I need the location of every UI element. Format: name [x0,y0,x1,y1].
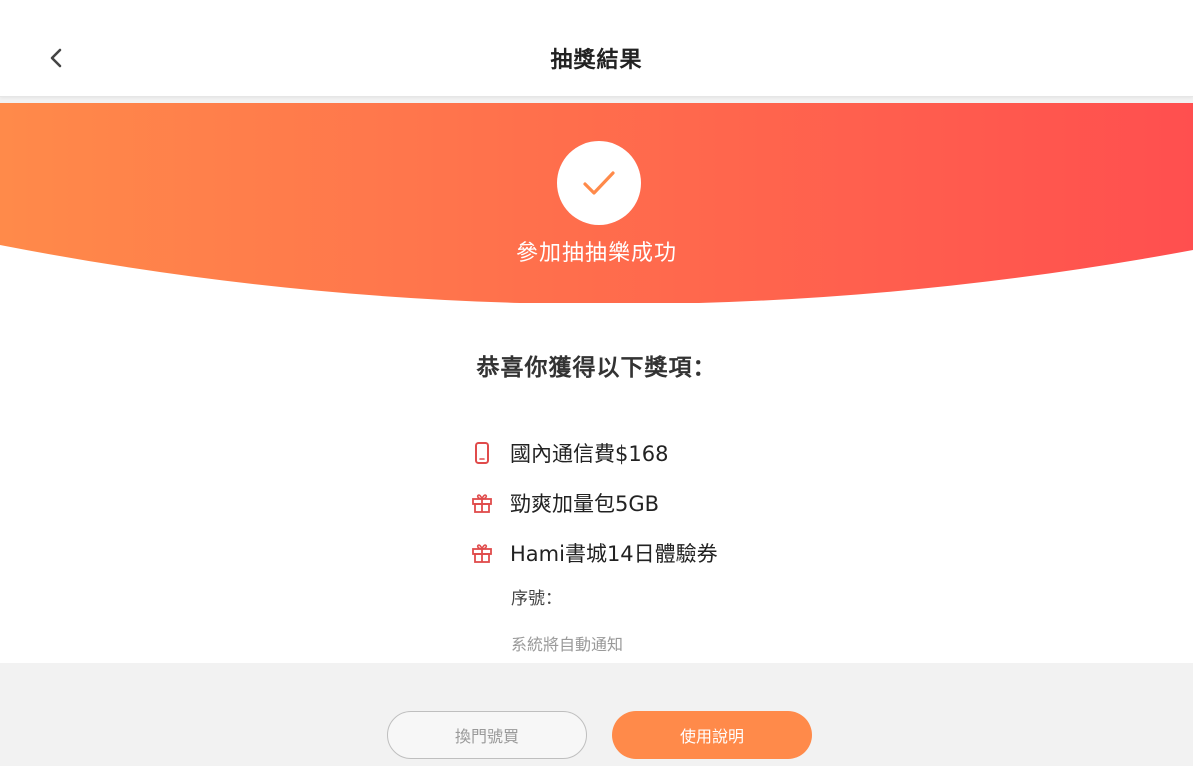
page-title: 抽獎結果 [550,48,643,73]
prize-label: 勁爽加量包5GB [510,492,660,516]
success-message: 參加抽抽樂成功 [515,241,677,266]
gift-icon [470,491,494,515]
success-badge [557,141,641,225]
prize-item: 勁爽加量包5GB [470,478,970,528]
prize-label: 國內通信費$168 [510,442,669,466]
phone-icon [470,441,494,465]
serial-label: 序號： [511,589,562,609]
page: 抽獎結果 參加抽抽樂成功 恭喜你獲得以下獎項： 國內通信費$168 勁爽加量包5… [0,0,1193,766]
check-icon [583,171,615,195]
result-card: 參加抽抽樂成功 恭喜你獲得以下獎項： 國內通信費$168 勁爽加量包5GB Ha… [0,103,1193,663]
notify-text: 系統將自動通知 [511,635,624,654]
prize-item: 國內通信費$168 [470,428,970,478]
gift-icon [470,541,494,565]
change-number-button[interactable]: 換門號買 [387,711,587,759]
prize-heading: 恭喜你獲得以下獎項： [476,355,717,381]
top-bar: 抽獎結果 [0,0,1193,97]
prize-label: Hami書城14日體驗券 [510,542,718,566]
prize-item: Hami書城14日體驗券 [470,528,970,578]
footer-actions: 換門號買 使用說明 [0,663,1193,766]
prize-list: 國內通信費$168 勁爽加量包5GB Hami書城14日體驗券 序號： 系統將自… [470,428,970,655]
instructions-button[interactable]: 使用說明 [612,711,812,759]
